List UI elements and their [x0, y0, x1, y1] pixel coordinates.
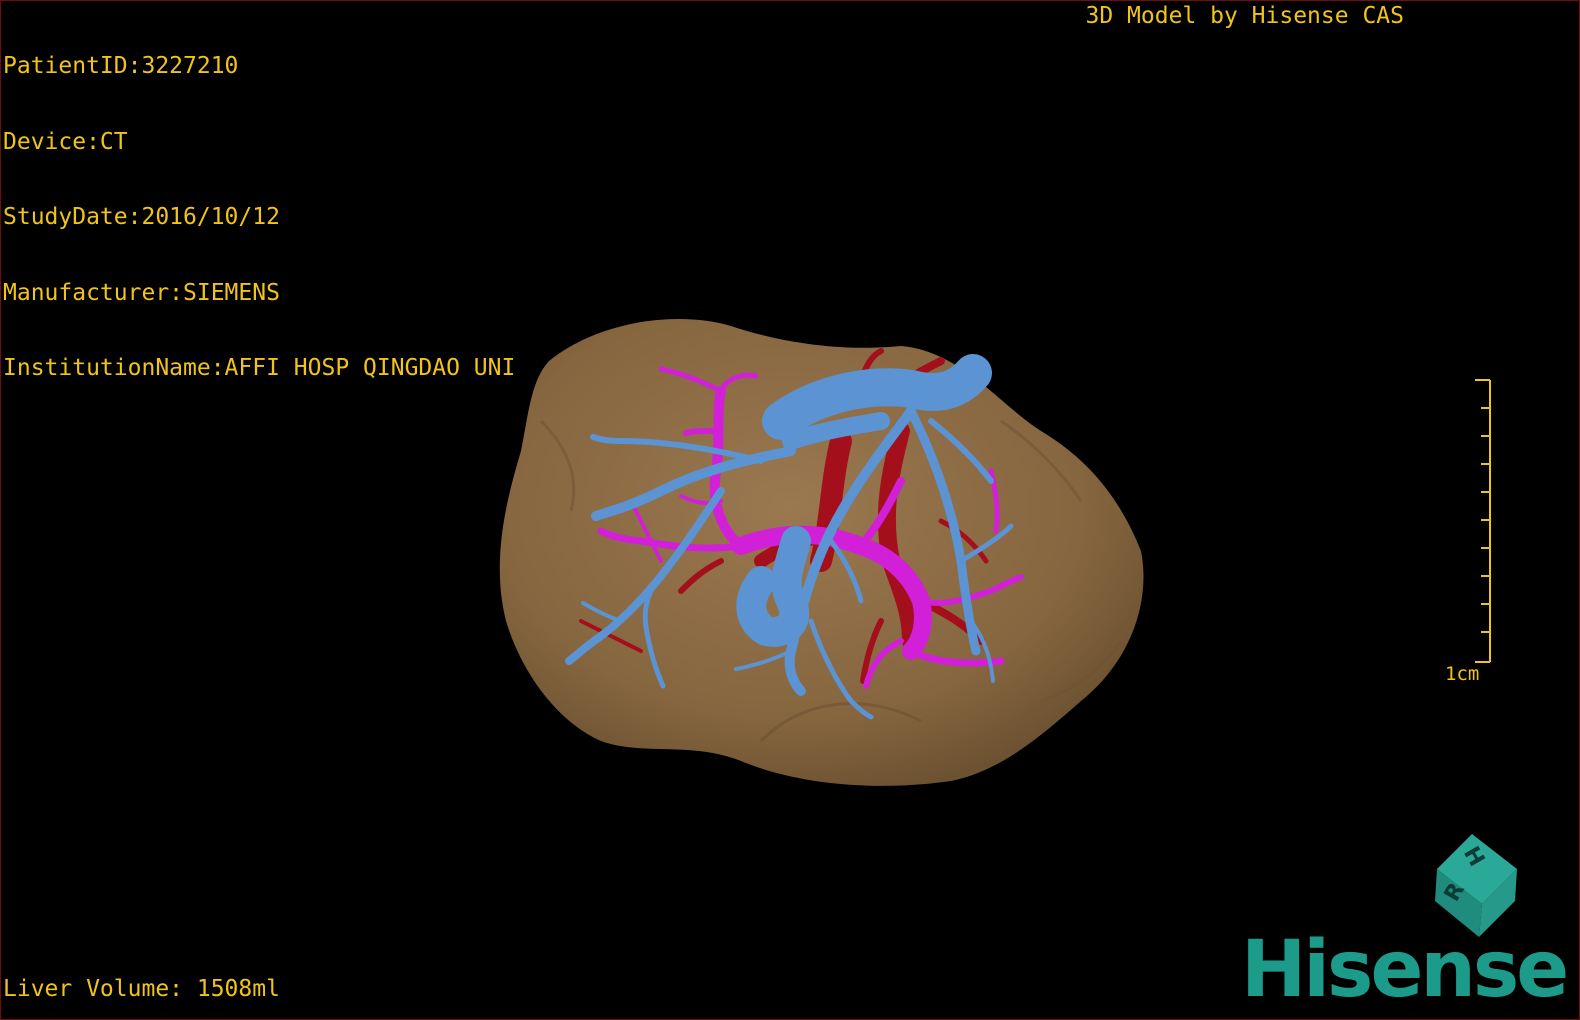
3d-viewport[interactable]: PatientID:3227210 Device:CT StudyDate:20… [0, 0, 1580, 1020]
institution-label: InstitutionName:AFFI HOSP QINGDAO UNI [3, 355, 516, 381]
patient-id-label: PatientID:3227210 [3, 53, 239, 79]
scale-bar-label: 1cm [1445, 663, 1480, 685]
model-credit-title: 3D Model by Hisense CAS [1085, 3, 1405, 29]
study-date-label: StudyDate:2016/10/12 [3, 204, 280, 230]
liver-volume-readout: Liver Volume: 1508ml [3, 976, 280, 1002]
device-label: Device:CT [3, 128, 128, 155]
manufacturer-label: Manufacturer:SIEMENS [3, 279, 280, 306]
hisense-logo: Hisense [1241, 925, 1569, 1015]
orientation-cube[interactable]: H R [1417, 829, 1527, 939]
patient-info-overlay: PatientID:3227210 Device:CT StudyDate:20… [3, 4, 515, 432]
scale-bar [1475, 379, 1491, 663]
